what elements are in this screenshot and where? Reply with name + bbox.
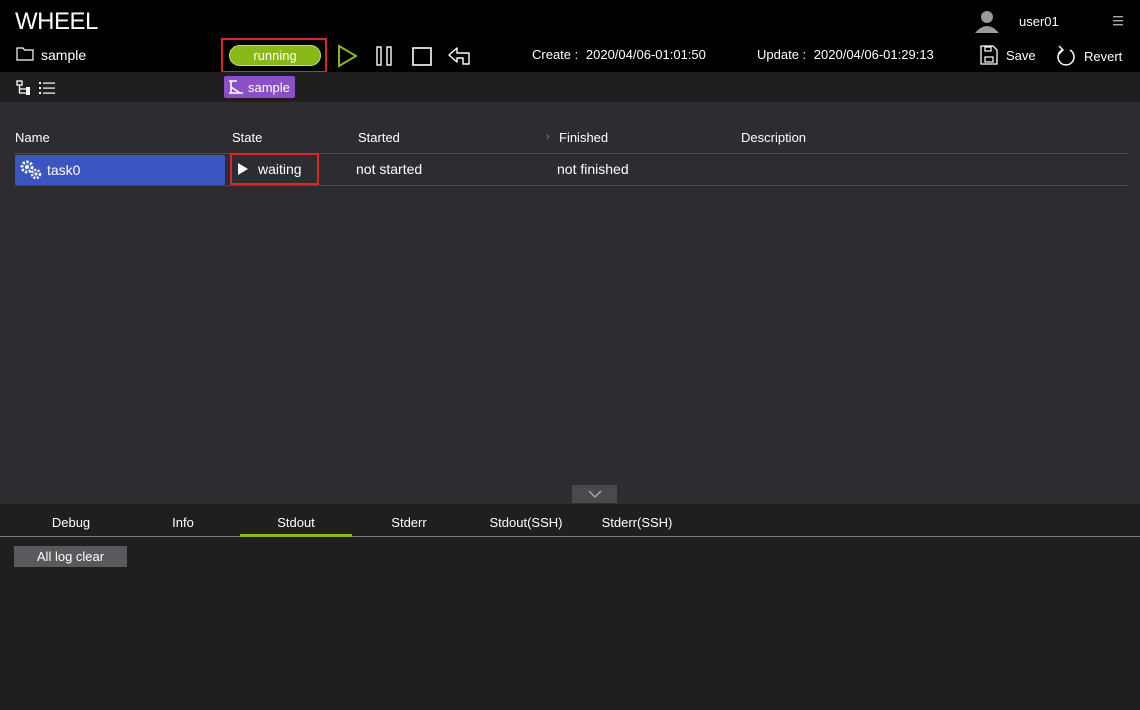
column-header-state[interactable]: State xyxy=(232,130,262,145)
run-button[interactable] xyxy=(334,44,360,68)
save-button[interactable]: Save xyxy=(980,45,1036,65)
log-panel: Debug Info Stdout Stderr Stdout(SSH) Std… xyxy=(0,504,1140,710)
user-menu[interactable]: user01 xyxy=(974,9,1059,33)
hamburger-menu-icon[interactable] xyxy=(1112,14,1124,30)
play-icon xyxy=(338,44,358,68)
task-list-panel: Name State Started › Finished Descriptio… xyxy=(0,102,1140,504)
state-play-icon xyxy=(238,163,248,175)
breadcrumb[interactable]: sample xyxy=(224,76,295,98)
tab-stdout[interactable]: Stdout xyxy=(240,504,352,537)
update-date: Update : 2020/04/06-01:29:13 xyxy=(757,47,934,62)
create-label: Create : xyxy=(532,47,579,62)
breadcrumb-label: sample xyxy=(248,79,290,95)
tab-stderr[interactable]: Stderr xyxy=(368,504,450,537)
row-divider xyxy=(14,185,1128,186)
status-badge: running xyxy=(229,45,321,66)
header-divider xyxy=(14,153,1128,154)
task-finished: not finished xyxy=(557,161,629,177)
status-highlight: running xyxy=(221,38,327,73)
view-toolbar: sample xyxy=(0,72,1140,102)
table-row[interactable]: task0 xyxy=(15,155,225,185)
folder-icon xyxy=(16,46,34,64)
update-value: 2020/04/06-01:29:13 xyxy=(813,47,934,62)
cleanup-button[interactable] xyxy=(446,44,474,68)
project-name: sample xyxy=(41,47,87,63)
revert-icon xyxy=(1057,45,1075,66)
create-date: Create : 2020/04/06-01:01:50 xyxy=(532,47,706,62)
sort-chevron-icon: › xyxy=(546,131,550,143)
stop-button[interactable] xyxy=(410,44,434,68)
revert-button[interactable]: Revert xyxy=(1056,45,1122,67)
create-value: 2020/04/06-01:01:50 xyxy=(585,47,706,62)
tab-info[interactable]: Info xyxy=(142,504,224,537)
header: WHEEL sample running Create : 2020/04/06… xyxy=(0,0,1140,73)
app-title: WHEEL xyxy=(15,8,98,35)
state-highlight: waiting xyxy=(230,153,319,185)
project-label: sample xyxy=(16,46,86,64)
username: user01 xyxy=(1019,13,1059,29)
clear-log-button[interactable]: All log clear xyxy=(14,546,127,567)
revert-label: Revert xyxy=(1084,48,1123,64)
pause-icon xyxy=(376,46,392,66)
workflow-icon xyxy=(229,80,243,94)
column-header-description[interactable]: Description xyxy=(741,130,806,145)
task-state: waiting xyxy=(258,161,302,177)
task-name: task0 xyxy=(47,162,81,178)
back-arrow-icon xyxy=(448,47,470,65)
tab-debug[interactable]: Debug xyxy=(30,504,112,537)
graph-view-icon[interactable] xyxy=(16,80,32,99)
stop-icon xyxy=(412,47,432,66)
collapse-log-button[interactable] xyxy=(572,485,617,503)
update-label: Update : xyxy=(757,47,807,62)
tab-stderr-ssh[interactable]: Stderr(SSH) xyxy=(588,504,686,537)
log-tabs: Debug Info Stdout Stderr Stdout(SSH) Std… xyxy=(0,504,1140,537)
gears-icon xyxy=(20,160,42,180)
save-label: Save xyxy=(1006,47,1036,63)
save-icon xyxy=(980,45,998,65)
column-header-finished[interactable]: Finished xyxy=(559,130,608,145)
column-header-name[interactable]: Name xyxy=(15,130,50,145)
list-view-icon[interactable] xyxy=(38,80,56,99)
chevron-down-icon xyxy=(588,490,601,498)
tab-stdout-ssh[interactable]: Stdout(SSH) xyxy=(477,504,575,537)
task-started: not started xyxy=(356,161,423,177)
pause-button[interactable] xyxy=(372,44,396,68)
avatar-icon xyxy=(975,11,999,33)
view-switcher xyxy=(16,80,56,99)
column-header-started[interactable]: Started xyxy=(358,130,400,145)
